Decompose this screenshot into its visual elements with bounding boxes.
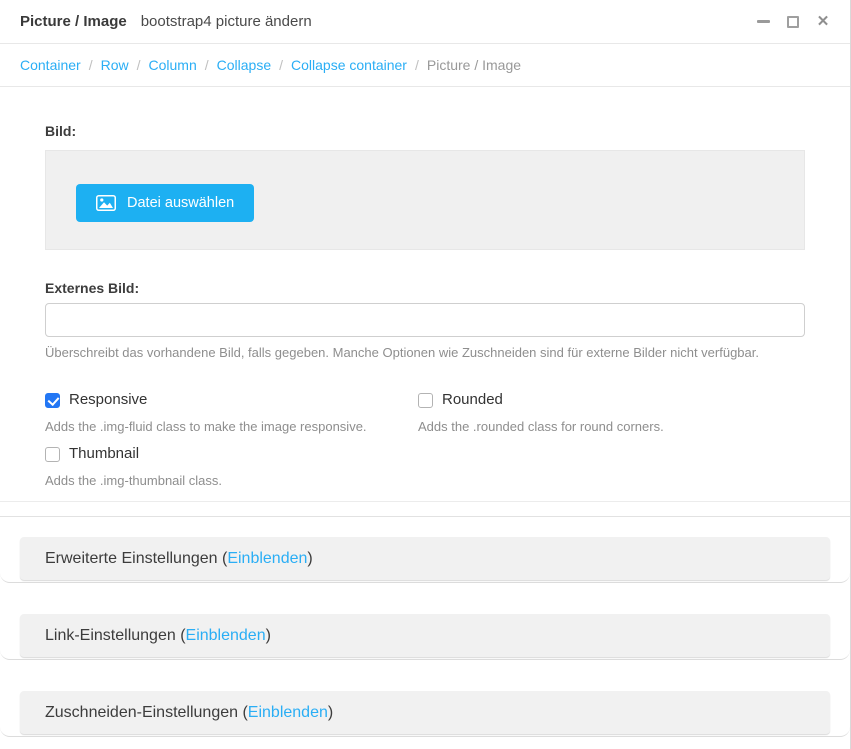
choose-file-button-label: Datei auswählen xyxy=(127,195,234,211)
advanced-settings-section: Erweiterte Einstellungen (Einblenden) xyxy=(0,517,850,583)
image-upload-dropzone: Datei auswählen xyxy=(45,150,805,250)
rounded-option: Rounded Adds the .rounded class for roun… xyxy=(418,391,805,435)
options-column-left: Responsive Adds the .img-fluid class to … xyxy=(45,391,418,489)
breadcrumb-link-column[interactable]: Column xyxy=(149,57,197,73)
choose-file-button[interactable]: Datei auswählen xyxy=(76,184,254,222)
rounded-help: Adds the .rounded class for round corner… xyxy=(418,419,805,435)
breadcrumb-separator: / xyxy=(205,57,209,73)
paren-close: ) xyxy=(266,627,271,644)
paren-close: ) xyxy=(328,704,333,721)
breadcrumb-separator: / xyxy=(415,57,419,73)
responsive-checkbox-row[interactable]: Responsive xyxy=(45,391,418,409)
crop-settings-section: Zuschneiden-Einstellungen (Einblenden) xyxy=(0,660,850,737)
collapsed-sections: Erweiterte Einstellungen (Einblenden) Li… xyxy=(0,516,850,737)
window-title: Picture / Image xyxy=(20,13,127,30)
window-subtitle: bootstrap4 picture ändern xyxy=(141,13,312,30)
external-image-input[interactable] xyxy=(45,303,805,337)
rounded-checkbox-label[interactable]: Rounded xyxy=(442,391,503,409)
breadcrumb-separator: / xyxy=(137,57,141,73)
options-grid: Responsive Adds the .img-fluid class to … xyxy=(45,391,805,489)
responsive-help: Adds the .img-fluid class to make the im… xyxy=(45,419,418,435)
breadcrumb-link-row[interactable]: Row xyxy=(101,57,129,73)
rounded-checkbox[interactable] xyxy=(418,393,433,408)
crop-settings-header[interactable]: Zuschneiden-Einstellungen (Einblenden) xyxy=(20,691,830,734)
external-image-label: Externes Bild: xyxy=(45,280,805,297)
responsive-checkbox[interactable] xyxy=(45,393,60,408)
link-settings-toggle-link[interactable]: Einblenden xyxy=(186,627,266,644)
link-settings-section: Link-Einstellungen (Einblenden) xyxy=(0,583,850,660)
crop-settings-toggle-link[interactable]: Einblenden xyxy=(248,704,328,721)
breadcrumb: Container / Row / Column / Collapse / Co… xyxy=(0,44,850,87)
form-content: Bild: Datei auswählen Externes Bild: Übe… xyxy=(0,87,850,502)
breadcrumb-current: Picture / Image xyxy=(427,57,521,73)
thumbnail-checkbox-row[interactable]: Thumbnail xyxy=(45,445,418,463)
thumbnail-option: Thumbnail Adds the .img-thumbnail class. xyxy=(45,445,418,489)
responsive-checkbox-label[interactable]: Responsive xyxy=(69,391,147,409)
close-icon: ✕ xyxy=(817,14,830,29)
rounded-checkbox-row[interactable]: Rounded xyxy=(418,391,805,409)
advanced-settings-header[interactable]: Erweiterte Einstellungen (Einblenden) xyxy=(20,537,830,580)
advanced-settings-toggle-link[interactable]: Einblenden xyxy=(227,550,307,567)
breadcrumb-link-container[interactable]: Container xyxy=(20,57,81,73)
external-image-help: Überschreibt das vorhandene Bild, falls … xyxy=(45,345,805,361)
breadcrumb-separator: / xyxy=(89,57,93,73)
breadcrumb-link-collapse-container[interactable]: Collapse container xyxy=(291,57,407,73)
responsive-option: Responsive Adds the .img-fluid class to … xyxy=(45,391,418,435)
options-column-right: Rounded Adds the .rounded class for roun… xyxy=(418,391,805,489)
minimize-icon xyxy=(757,20,770,23)
modal-window: Picture / Image bootstrap4 picture änder… xyxy=(0,0,851,749)
paren-close: ) xyxy=(307,550,312,567)
link-settings-title: Link-Einstellungen xyxy=(45,627,176,644)
thumbnail-checkbox[interactable] xyxy=(45,447,60,462)
image-field-label: Bild: xyxy=(45,123,805,140)
maximize-icon xyxy=(787,16,799,28)
crop-settings-title: Zuschneiden-Einstellungen xyxy=(45,704,238,721)
titlebar: Picture / Image bootstrap4 picture änder… xyxy=(0,0,850,44)
link-settings-header[interactable]: Link-Einstellungen (Einblenden) xyxy=(20,614,830,657)
minimize-button[interactable] xyxy=(748,7,778,37)
advanced-settings-title: Erweiterte Einstellungen xyxy=(45,550,218,567)
thumbnail-checkbox-label[interactable]: Thumbnail xyxy=(69,445,139,463)
breadcrumb-link-collapse[interactable]: Collapse xyxy=(217,57,271,73)
close-button[interactable]: ✕ xyxy=(808,7,838,37)
maximize-button[interactable] xyxy=(778,7,808,37)
breadcrumb-separator: / xyxy=(279,57,283,73)
thumbnail-help: Adds the .img-thumbnail class. xyxy=(45,473,418,489)
image-icon xyxy=(96,195,116,211)
